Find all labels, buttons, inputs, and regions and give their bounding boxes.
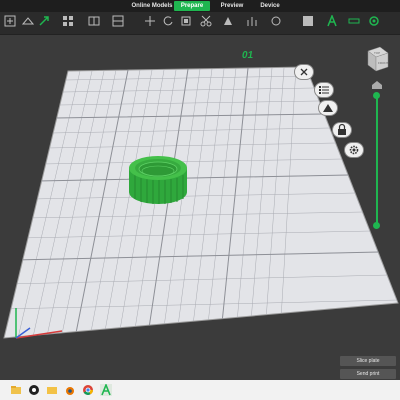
arrange-plate-button[interactable] bbox=[314, 82, 334, 98]
tab-device[interactable]: Device bbox=[252, 1, 288, 11]
paint-icon[interactable] bbox=[222, 15, 234, 27]
cut-icon[interactable] bbox=[200, 15, 212, 27]
blender-icon[interactable] bbox=[64, 384, 76, 396]
home-icon[interactable] bbox=[371, 80, 383, 90]
layout-icon[interactable] bbox=[112, 15, 124, 27]
layer-slider-top-handle[interactable] bbox=[373, 92, 380, 99]
tab-prepare[interactable]: Prepare bbox=[174, 1, 210, 11]
github-icon[interactable] bbox=[28, 384, 40, 396]
top-nav-bar: Online Models Prepare Preview Device bbox=[0, 0, 400, 12]
auto-orient-plate-button[interactable] bbox=[318, 100, 338, 116]
bambu-studio-icon[interactable] bbox=[100, 384, 112, 396]
slice-plate-button[interactable]: Slice plate bbox=[340, 356, 396, 366]
send-print-button[interactable]: Send print bbox=[340, 369, 396, 379]
move-icon[interactable] bbox=[144, 15, 156, 27]
file-explorer-icon[interactable] bbox=[10, 384, 22, 396]
cube-top-label: TOP bbox=[374, 51, 380, 55]
os-taskbar bbox=[0, 380, 400, 400]
support-icon[interactable] bbox=[246, 15, 258, 27]
layer-slider-bottom-handle[interactable] bbox=[373, 222, 380, 229]
add-icon[interactable] bbox=[4, 15, 16, 27]
3d-model-cap[interactable] bbox=[126, 150, 190, 210]
variable-layer-icon[interactable] bbox=[326, 15, 338, 27]
split-icon[interactable] bbox=[88, 15, 100, 27]
tab-preview[interactable]: Preview bbox=[214, 1, 250, 11]
build-plate bbox=[3, 66, 399, 339]
assembly-icon[interactable] bbox=[368, 15, 380, 27]
lock-icon bbox=[338, 123, 346, 135]
chrome-icon[interactable] bbox=[82, 384, 94, 396]
scale-icon[interactable] bbox=[180, 15, 192, 27]
view-cube[interactable]: TOP FRONT bbox=[364, 45, 390, 73]
gear-icon bbox=[349, 145, 359, 155]
orient-icon[interactable] bbox=[38, 15, 50, 27]
cube-front-label: FRONT bbox=[378, 61, 388, 65]
plate-settings-button[interactable] bbox=[344, 142, 364, 158]
layer-slider-track[interactable] bbox=[376, 95, 378, 225]
measure-icon[interactable] bbox=[348, 15, 360, 27]
seam-icon[interactable] bbox=[270, 15, 282, 27]
auto-orient-icon bbox=[323, 104, 333, 112]
plate-number-label: 01 bbox=[241, 50, 255, 61]
delete-plate-button[interactable] bbox=[294, 64, 314, 80]
add-plate-icon[interactable] bbox=[22, 15, 34, 27]
tab-online-models[interactable]: Online Models bbox=[128, 1, 176, 11]
close-icon bbox=[300, 68, 308, 76]
text-icon[interactable] bbox=[302, 15, 314, 27]
arrange-icon[interactable] bbox=[62, 15, 74, 27]
list-icon bbox=[319, 86, 329, 94]
lock-plate-button[interactable] bbox=[332, 122, 352, 138]
rotate-icon[interactable] bbox=[162, 15, 174, 27]
folder-icon[interactable] bbox=[46, 384, 58, 396]
